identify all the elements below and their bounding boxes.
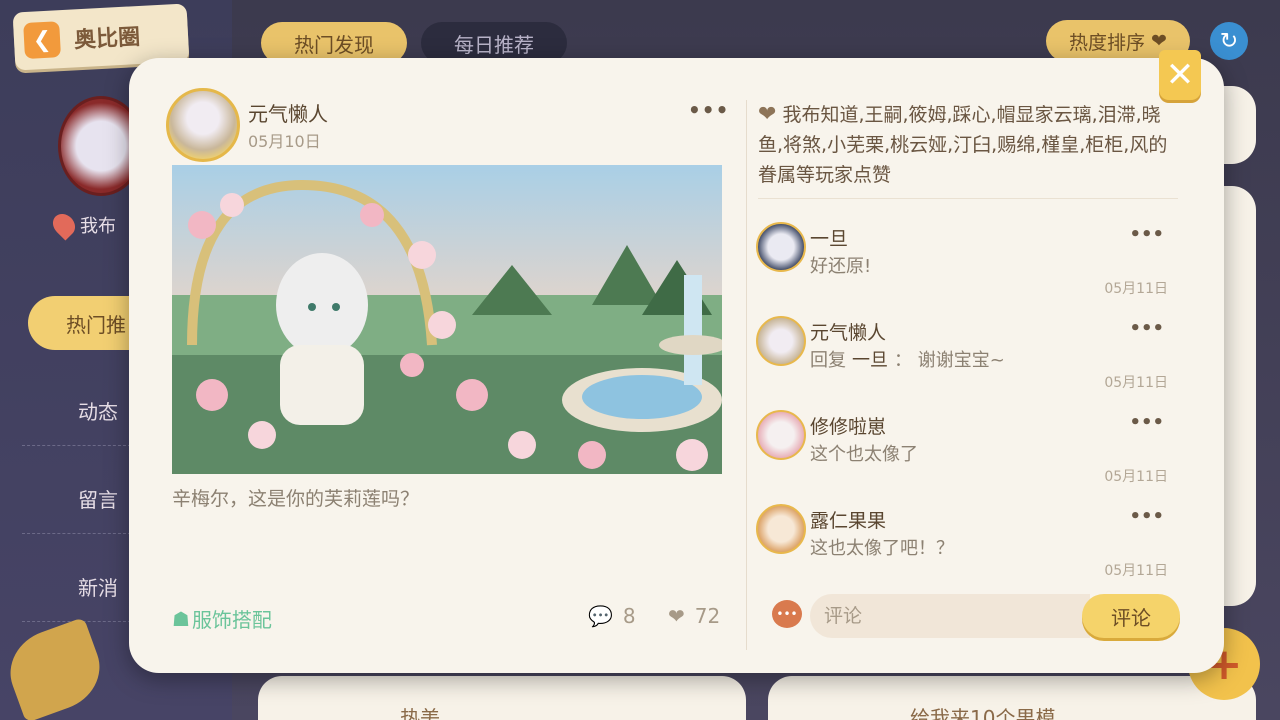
author-avatar[interactable]: [166, 88, 240, 162]
background-card-title: 给我来10个果模: [910, 706, 1056, 720]
likes-summary-text: 我布知道,王嗣,筱姆,踩心,帽显家云璃,泪滞,晓鱼,将煞,小芜栗,桃云娅,汀臼,…: [758, 104, 1168, 186]
comment-text: 这也太像了吧！？: [810, 538, 954, 559]
category-label: 服饰搭配: [191, 608, 272, 632]
reply-text: 谢谢宝宝~: [917, 350, 1005, 371]
commenter-name[interactable]: 露仁果果: [810, 506, 886, 533]
post-author-name[interactable]: 元气懒人: [248, 98, 328, 127]
likes-summary: ❤ 我布知道,王嗣,筱姆,踩心,帽显家云璃,泪滞,晓鱼,将煞,小芜栗,桃云娅,汀臼…: [758, 100, 1178, 190]
reply-target[interactable]: 一旦: [852, 350, 888, 371]
reply-separator: ：: [894, 350, 912, 371]
location-pin-icon: [48, 209, 80, 241]
commenter-name[interactable]: 修修啦崽: [810, 412, 886, 439]
background-card-title: 热美: [400, 706, 440, 720]
commenter-avatar[interactable]: [756, 410, 806, 460]
post-image[interactable]: [172, 165, 722, 474]
commenter-name[interactable]: 元气懒人: [810, 318, 886, 345]
comment-more-icon[interactable]: •••: [1129, 224, 1164, 245]
sort-label: 热度排序: [1069, 31, 1146, 54]
comment-item: 修修啦崽 这个也太像了 ••• 05月11日: [756, 410, 1176, 498]
garden-scene-image: [172, 165, 722, 474]
heart-icon: ❤: [1151, 30, 1167, 52]
shirt-icon: ☗: [172, 606, 190, 631]
reply-prefix: 回复: [810, 350, 846, 371]
comment-item: 一旦 好还原! ••• 05月11日: [756, 222, 1176, 310]
commenter-avatar[interactable]: [756, 504, 806, 554]
comment-bubble-icon: 💬: [588, 604, 613, 628]
background-card: [258, 676, 746, 720]
comment-date: 05月11日: [1104, 469, 1168, 485]
comment-date: 05月11日: [1104, 281, 1168, 297]
comment-item: 元气懒人 回复 一旦 ： 谢谢宝宝~ ••• 05月11日: [756, 316, 1176, 404]
comment-date: 05月11日: [1104, 563, 1168, 579]
heart-icon: ❤: [668, 604, 685, 628]
post-more-icon[interactable]: •••: [688, 98, 729, 122]
comment-text: 回复 一旦 ： 谢谢宝宝~: [810, 346, 1005, 372]
post-date: 05月10日: [248, 132, 321, 151]
comment-bubble-icon: •••: [772, 600, 802, 628]
app-title: 奥比圈: [73, 23, 141, 53]
post-caption: 辛梅尔，这是你的芙莉莲吗？: [172, 488, 420, 510]
heart-icon: ❤: [758, 102, 777, 127]
like-count[interactable]: ❤ 72: [668, 604, 720, 628]
close-icon: ✕: [1165, 55, 1195, 95]
commenter-avatar[interactable]: [756, 316, 806, 366]
comment-date: 05月11日: [1104, 375, 1168, 391]
category-link[interactable]: ☗ 服饰搭配: [172, 604, 272, 633]
comment-more-icon[interactable]: •••: [1129, 506, 1164, 527]
commenter-avatar[interactable]: [756, 222, 806, 272]
comment-text: 好还原!: [810, 256, 872, 277]
comment-item: 露仁果果 这也太像了吧！？ ••• 05月11日: [756, 504, 1176, 592]
panel-divider: [746, 100, 747, 650]
comment-count-value: 8: [622, 604, 636, 628]
like-count-value: 72: [694, 604, 721, 628]
comment-more-icon[interactable]: •••: [1129, 318, 1164, 339]
likes-divider: [758, 198, 1178, 199]
sidebar-item-label: 动态: [78, 400, 118, 424]
comment-input[interactable]: [810, 594, 1090, 638]
refresh-icon[interactable]: ↻: [1210, 22, 1248, 60]
sidebar-item-label: 留言: [78, 488, 118, 512]
profile-name: 我布: [80, 216, 116, 237]
commenter-name[interactable]: 一旦: [810, 224, 848, 251]
back-arrow-icon: ❮: [23, 21, 61, 60]
close-button[interactable]: ✕: [1159, 50, 1201, 100]
comment-submit-button[interactable]: 评论: [1082, 594, 1180, 638]
comment-more-icon[interactable]: •••: [1129, 412, 1164, 433]
profile-name-row: 我布: [48, 209, 116, 241]
sidebar-item-label: 新消: [78, 576, 118, 600]
comment-text: 这个也太像了: [810, 444, 918, 465]
comment-count[interactable]: 💬 8: [588, 604, 636, 628]
